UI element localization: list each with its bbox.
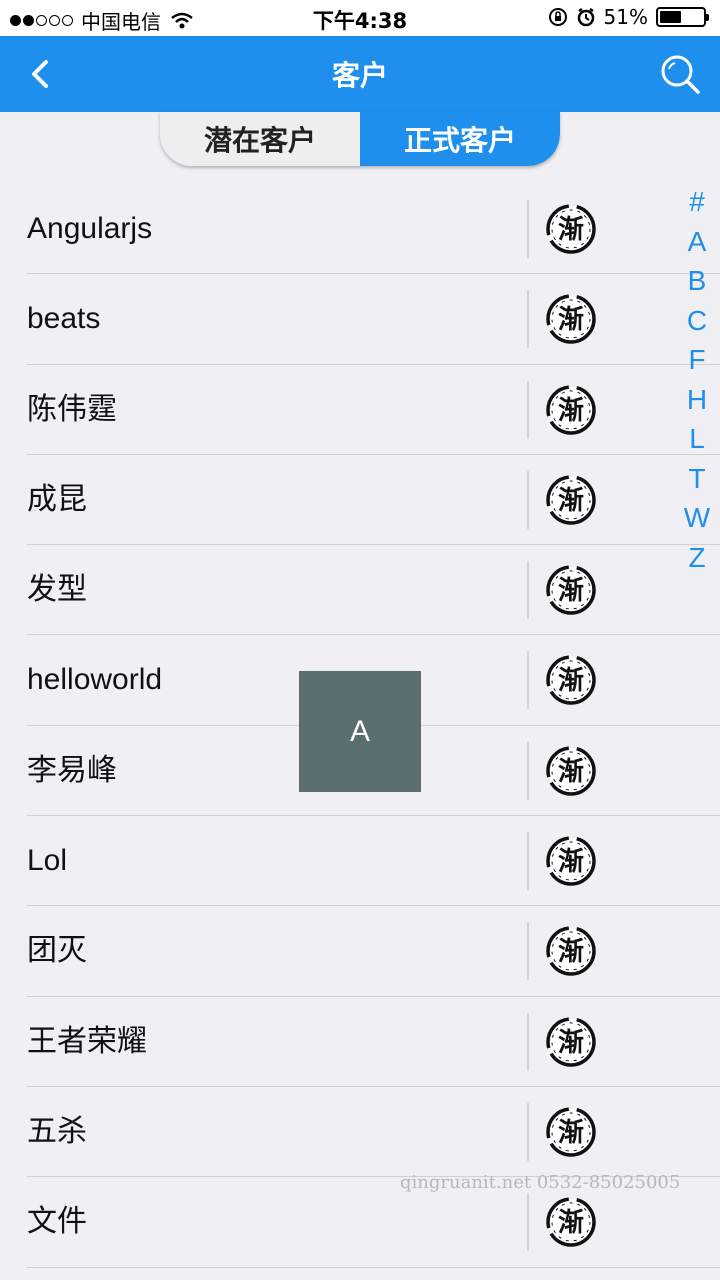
customer-name: 王者荣耀 (27, 1024, 147, 1058)
alarm-icon (577, 7, 594, 27)
customer-type-segment: 潜在客户 正式客户 (160, 112, 560, 166)
list-item[interactable]: 王者荣耀 渐 (0, 997, 720, 1087)
company-logo-icon[interactable]: 渐 (544, 1105, 598, 1159)
alphabet-index[interactable]: # A B C F H L T W Z (682, 182, 712, 577)
svg-text:渐: 渐 (558, 486, 584, 516)
list-item[interactable]: 团灭 渐 (0, 906, 720, 997)
row-divider (527, 290, 529, 349)
svg-text:渐: 渐 (558, 847, 584, 877)
list-item[interactable]: beats 渐 (0, 274, 720, 365)
svg-text:渐: 渐 (558, 396, 584, 426)
row-divider (527, 832, 529, 891)
list-item[interactable]: Lol 渐 (0, 816, 720, 907)
battery-fill (660, 11, 682, 23)
page-title: 客户 (331, 59, 388, 92)
row-divider (527, 380, 529, 439)
svg-text:渐: 渐 (558, 1118, 584, 1148)
index-letter[interactable]: C (682, 301, 712, 341)
customer-name: 五杀 (27, 1114, 87, 1148)
list-item[interactable]: 陈伟霆 渐 (0, 365, 720, 455)
company-logo-icon[interactable]: 渐 (544, 563, 598, 617)
company-logo-icon[interactable]: 渐 (544, 924, 598, 978)
list-item[interactable]: 五杀 渐 (0, 1087, 720, 1178)
company-logo-icon[interactable]: 渐 (544, 744, 598, 798)
svg-text:渐: 渐 (558, 215, 584, 245)
customer-name: 文件 (27, 1205, 87, 1239)
list-item[interactable]: 成昆 渐 (0, 455, 720, 546)
row-divider (527, 741, 529, 800)
customer-name: 陈伟霆 (27, 392, 117, 426)
customer-name: helloworld (27, 663, 163, 697)
tab-formal-customers[interactable]: 正式客户 (360, 112, 560, 166)
customer-name: 发型 (27, 573, 87, 607)
svg-text:渐: 渐 (558, 305, 584, 335)
toast-letter: A (349, 714, 370, 748)
search-icon[interactable] (658, 52, 702, 96)
row-divider (527, 200, 529, 258)
svg-text:渐: 渐 (558, 1028, 584, 1058)
row-divider (527, 1193, 529, 1252)
nav-bar: 客户 (0, 36, 720, 112)
status-bar: 中国电信 下午4:38 51% (0, 0, 720, 36)
svg-text:渐: 渐 (558, 1208, 584, 1238)
index-letter[interactable]: W (682, 498, 712, 538)
row-divider (527, 1012, 529, 1071)
index-letter[interactable]: Z (682, 538, 712, 578)
svg-text:渐: 渐 (558, 576, 584, 606)
company-logo-icon[interactable]: 渐 (544, 834, 598, 888)
index-letter[interactable]: # (682, 182, 712, 222)
row-divider (527, 470, 529, 529)
customer-name: 团灭 (27, 934, 87, 968)
company-logo-icon[interactable]: 渐 (544, 1015, 598, 1069)
customer-name: Lol (27, 844, 68, 878)
battery-icon (656, 7, 709, 27)
index-letter[interactable]: L (682, 419, 712, 459)
orientation-lock-icon (548, 8, 567, 26)
row-separator (27, 1266, 720, 1268)
status-right: 51% (548, 5, 709, 29)
list-item[interactable]: Angularjs 渐 (0, 184, 720, 275)
company-logo-icon[interactable]: 渐 (544, 383, 598, 437)
customer-name: beats (27, 302, 101, 336)
svg-text:渐: 渐 (558, 937, 584, 967)
row-divider (527, 651, 529, 710)
watermark: qingruanit.net 0532-85025005 (400, 1172, 681, 1193)
customer-name: 成昆 (27, 482, 87, 516)
index-letter[interactable]: B (682, 261, 712, 301)
svg-text:渐: 渐 (558, 666, 584, 696)
battery-percent: 51% (603, 5, 648, 29)
index-letter[interactable]: H (682, 380, 712, 420)
row-divider (527, 561, 529, 620)
index-letter[interactable]: A (682, 222, 712, 262)
company-logo-icon[interactable]: 渐 (544, 653, 598, 707)
svg-text:渐: 渐 (558, 757, 584, 787)
company-logo-icon[interactable]: 渐 (544, 292, 598, 346)
tab-potential-customers[interactable]: 潜在客户 (160, 112, 360, 166)
row-divider (527, 1102, 529, 1161)
customer-name: 李易峰 (27, 753, 117, 787)
company-logo-icon[interactable]: 渐 (544, 202, 598, 256)
chevron-left-icon[interactable] (22, 54, 62, 94)
company-logo-icon[interactable]: 渐 (544, 473, 598, 527)
company-logo-icon[interactable]: 渐 (544, 1195, 598, 1249)
index-letter[interactable]: F (682, 340, 712, 380)
index-letter[interactable]: T (682, 459, 712, 499)
index-toast: A (299, 671, 421, 792)
row-divider (527, 922, 529, 981)
customer-name: Angularjs (27, 212, 153, 245)
list-item[interactable]: 发型 渐 (0, 545, 720, 636)
